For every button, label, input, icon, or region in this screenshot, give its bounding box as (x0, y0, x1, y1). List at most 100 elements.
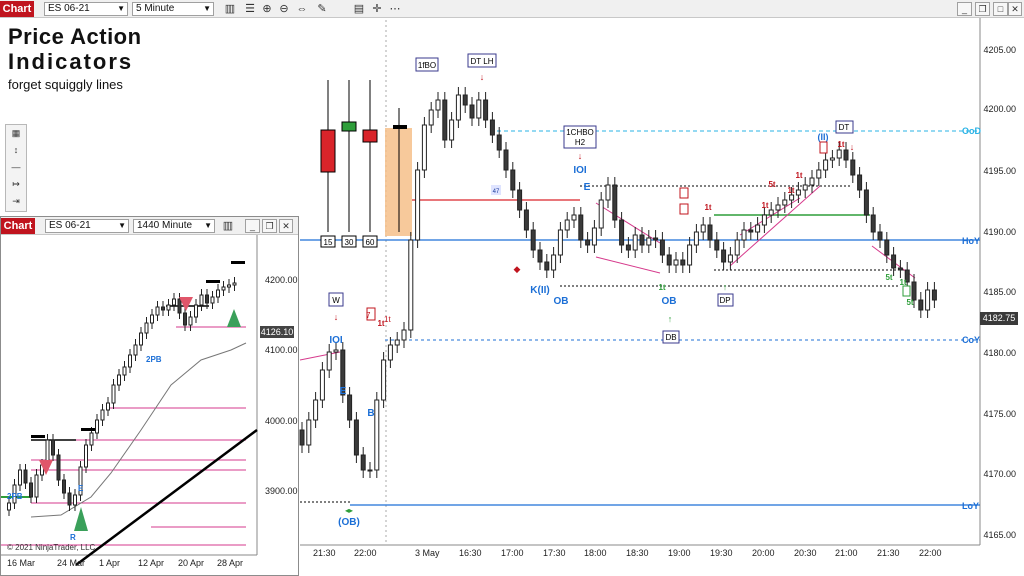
restore-button[interactable]: ❐ (975, 2, 990, 16)
minimize-button[interactable]: _ (957, 2, 972, 16)
time-label: 22:00 (919, 548, 942, 558)
ob-bottom-label: (OB) (338, 517, 360, 528)
candle-body (387, 344, 393, 361)
time-label: 17:30 (543, 548, 566, 558)
inset-chart-window[interactable]: Chart ES 06-21 ▼ 1440 Minute ▼ ▥ _ ❐ ✕ 2… (0, 216, 299, 576)
dt-lh-label: DT LH (471, 57, 494, 66)
chbo-label: 1CHBO (566, 128, 594, 137)
up-arrow-icon: ↑ (668, 314, 673, 324)
maximize-button[interactable]: □ (993, 2, 1008, 16)
up-arrow-icon: ↑ (723, 282, 728, 292)
pencil-icon[interactable]: ✎ (315, 2, 329, 16)
candle-body (408, 239, 414, 331)
crosshair-icon[interactable]: ✛ (370, 2, 384, 16)
price-level: 4205.00 (983, 45, 1016, 55)
ob-label-2: OB (662, 296, 677, 307)
chart-tab[interactable]: Chart (0, 1, 34, 17)
title-block: Price Action Indicators forget squiggly … (8, 24, 142, 94)
ray-icon[interactable]: ↦ (6, 176, 26, 193)
close-button[interactable]: ✕ (1008, 2, 1022, 16)
b-label: B (367, 408, 374, 419)
candle-body (117, 374, 121, 386)
candle-body (299, 429, 305, 446)
candle-body (707, 224, 713, 241)
inset-minimize-button[interactable]: _ (245, 219, 260, 233)
arrows-icon[interactable]: ⇔ (295, 2, 309, 16)
candle-body (795, 189, 801, 196)
candle-body (216, 289, 220, 298)
candle-body (653, 237, 659, 241)
candle-body (517, 189, 523, 211)
grid-icon[interactable]: ▦ (6, 125, 26, 142)
price-level: 4175.00 (983, 409, 1016, 419)
line-icon[interactable]: ↕ (6, 142, 26, 159)
candle-body (877, 231, 883, 241)
candle-body (435, 99, 441, 111)
inset-price-level: 4100.00 (265, 345, 298, 355)
red-marker-3 (819, 141, 828, 154)
candle-body (809, 177, 815, 186)
ioi-label-1: IOI (573, 165, 587, 176)
bar-chart-icon[interactable]: ▥ (223, 2, 237, 16)
zoom-in-icon[interactable]: ⊕ (260, 2, 274, 16)
candle-body (210, 296, 215, 304)
candle-body (619, 219, 625, 246)
w-label: W (332, 296, 340, 305)
instrument-select[interactable]: ES 06-21 ▼ (44, 2, 128, 16)
inset-close-button[interactable]: ✕ (279, 219, 293, 233)
fbo-label: 1fBO (418, 61, 436, 70)
candle-body (564, 219, 570, 231)
candle-body (183, 312, 187, 326)
candle-body (133, 344, 138, 356)
candle-body (476, 99, 482, 119)
inset-dash-2 (231, 261, 245, 264)
candle-body (537, 249, 543, 263)
inset-restore-button[interactable]: ❐ (262, 219, 277, 233)
candle-body (687, 244, 693, 266)
properties-icon[interactable]: ▤ (352, 2, 366, 16)
price-level: 4185.00 (983, 287, 1016, 297)
bar-chart-icon[interactable]: ▥ (221, 219, 235, 233)
inset-instrument-select[interactable]: ES 06-21 ▼ (45, 219, 129, 233)
candle-body (232, 282, 237, 286)
one-t-label-4: 1t (761, 201, 768, 210)
candle-body (646, 237, 652, 246)
five-t-label-1: 5t (768, 180, 775, 189)
candle-body (166, 304, 171, 311)
ob-label-1: OB (554, 296, 569, 307)
inset-time-label: 20 Apr (178, 558, 205, 568)
tf15-label: 15 (324, 238, 333, 247)
inset-interval-select[interactable]: 1440 Minute ▼ (133, 219, 215, 233)
zoom-out-icon[interactable]: ⊖ (277, 2, 291, 16)
red-marker-2 (679, 203, 689, 215)
candle-body (227, 284, 231, 288)
candle-body (612, 184, 618, 221)
candle-body (401, 329, 407, 341)
candle-body (18, 469, 22, 486)
candle-body (62, 479, 66, 494)
magenta-channel-2 (595, 256, 661, 274)
candle-body (503, 149, 509, 171)
candle-body (680, 259, 686, 266)
time-label: 18:30 (626, 548, 649, 558)
more-icon[interactable]: ⋯ (388, 2, 402, 16)
candle-body (128, 354, 132, 368)
candle-body (836, 149, 842, 159)
candle-body (483, 99, 489, 121)
candle-body (150, 314, 154, 324)
inset-time-label: 28 Apr (217, 558, 244, 568)
inset-price-chart[interactable]: 2PB 2PB E R (1, 235, 298, 575)
tf30-candle (341, 121, 357, 132)
interval-select[interactable]: 5 Minute ▼ (132, 2, 214, 16)
candle-body (23, 469, 28, 484)
candle-body (489, 119, 495, 136)
candle-body (333, 349, 339, 353)
hoy-label: HoY (962, 236, 980, 246)
horizontal-line-icon[interactable]: — (6, 159, 26, 176)
candle-body (843, 149, 849, 161)
extend-line-icon[interactable]: ⇥ (6, 193, 26, 210)
page-subtitle: forget squiggly lines (8, 77, 123, 92)
inset-chart-tab[interactable]: Chart (1, 218, 35, 234)
green-arrow-icon: ◂▸ (345, 506, 353, 515)
instrument-icon[interactable]: ☰ (243, 2, 257, 16)
